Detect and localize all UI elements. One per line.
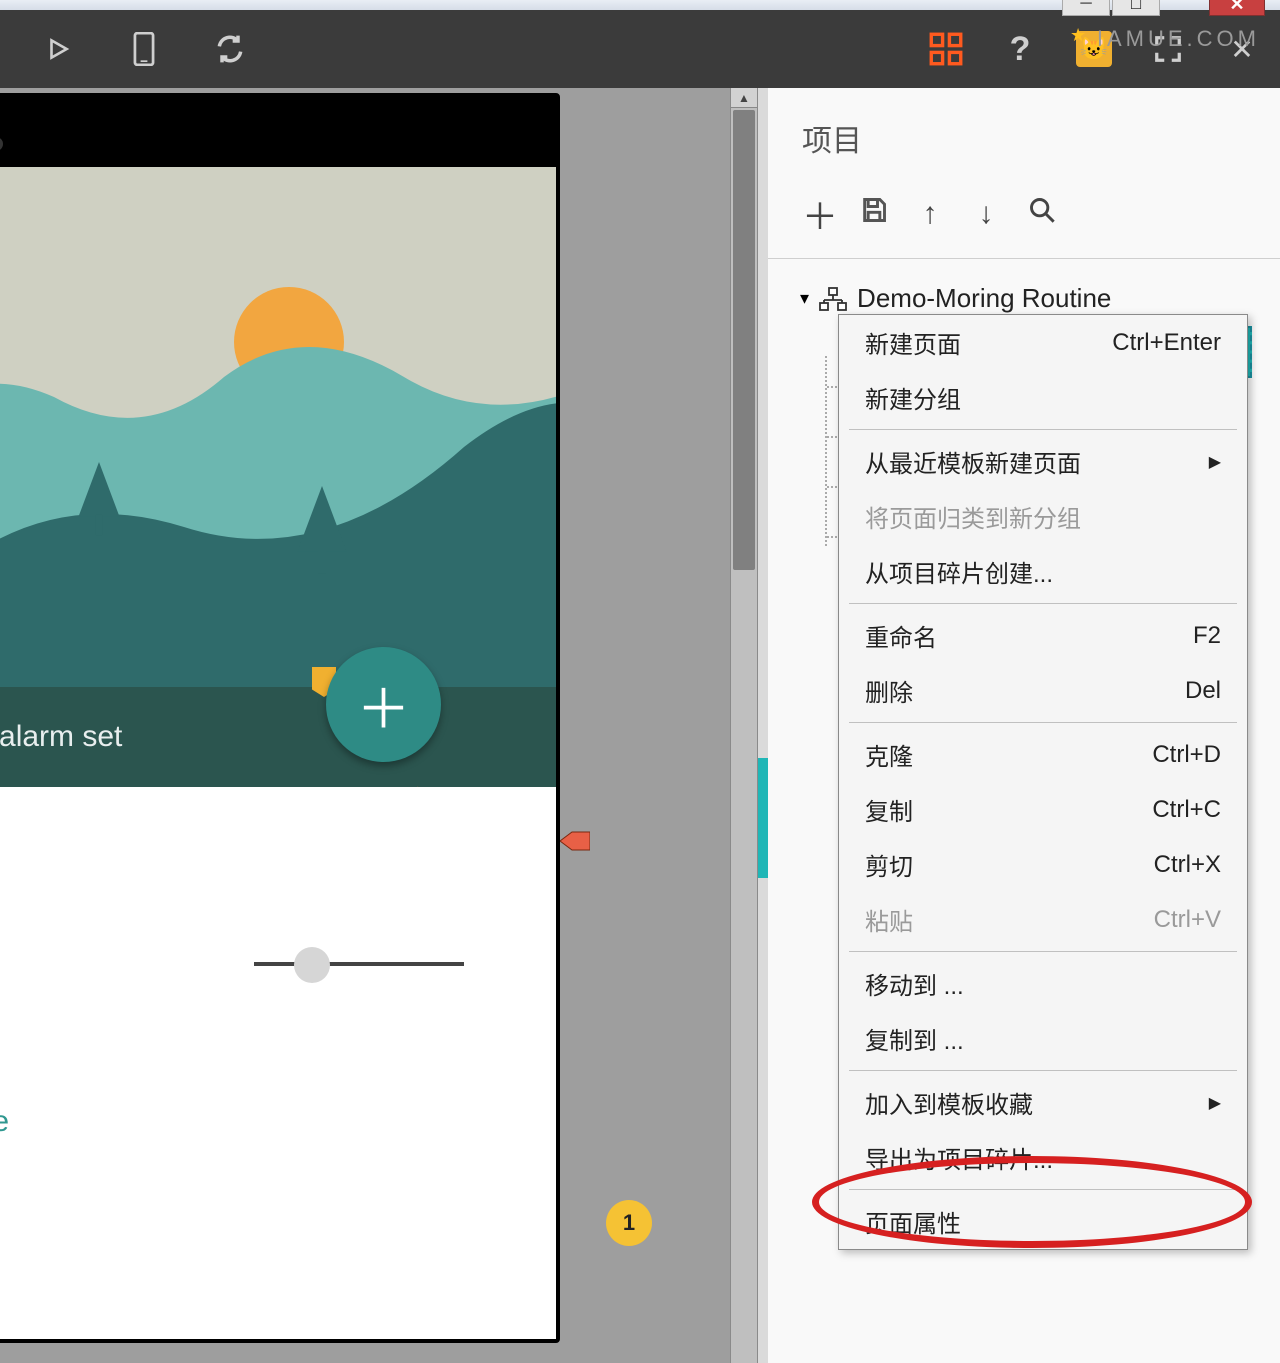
ctx-separator [849,603,1237,604]
ctx-label: 移动到 ... [865,966,964,1001]
ctx-label: 剪切 [865,847,913,882]
ctx-export-fragment[interactable]: 导出为项目碎片... [839,1130,1247,1185]
ctx-label: 复制到 ... [865,1021,964,1056]
divider [768,258,1280,259]
canvas[interactable]: o alarm set ＋ ▶ once 1 [0,88,730,1363]
ctx-label: 新建页面 [865,325,961,360]
window-close-button[interactable]: ✕ [1209,0,1265,16]
slice-marker-icon[interactable] [560,830,590,852]
ctx-shortcut: Ctrl+C [1152,796,1221,824]
ctx-shortcut: Del [1185,677,1221,705]
ctx-separator [849,951,1237,952]
ctx-page-properties[interactable]: 页面属性 [839,1194,1247,1249]
window-minimize-button[interactable]: ─ [1062,0,1110,16]
camera-dot [0,137,3,151]
search-icon[interactable] [1026,196,1058,232]
ctx-new-from-template[interactable]: 从最近模板新建页面 ▶ [839,434,1247,489]
add-page-icon[interactable]: ＋ [802,188,834,240]
ctx-label: 加入到模板收藏 [865,1085,1033,1120]
ctx-shortcut: Ctrl+X [1154,851,1221,879]
scrollbar-up-button[interactable]: ▲ [731,88,757,108]
alarm-bar: o alarm set ＋ ▶ [0,687,556,787]
ctx-classify-to-group: 将页面归类到新分组 [839,489,1247,544]
ctx-label: 新建分组 [865,380,961,415]
ctx-label: 将页面归类到新分组 [865,499,1081,534]
ctx-delete[interactable]: 删除 Del [839,663,1247,718]
ctx-shortcut: Ctrl+D [1152,741,1221,769]
ctx-label: 从最近模板新建页面 [865,444,1081,479]
help-icon[interactable]: ? [1002,31,1038,67]
ctx-new-group[interactable]: 新建分组 [839,370,1247,425]
repeat-label: once [0,1105,9,1139]
ctx-separator [849,1189,1237,1190]
ctx-add-to-templates[interactable]: 加入到模板收藏 ▶ [839,1075,1247,1130]
move-up-icon[interactable]: ↑ [914,197,946,231]
ctx-cut[interactable]: 剪切 Ctrl+X [839,837,1247,892]
grid-icon[interactable] [928,31,964,67]
canvas-vertical-scrollbar[interactable]: ▲ [730,88,758,1363]
window-maximize-button[interactable]: ☐ [1112,0,1160,16]
active-tab-indicator[interactable] [758,758,768,878]
star-icon: ★ [1070,25,1086,46]
main-toolbar: ? ★😺 ✕ [0,10,1280,88]
ctx-separator [849,429,1237,430]
ctx-clone[interactable]: 克隆 Ctrl+D [839,727,1247,782]
panel-tabstrip [758,88,768,1363]
device-icon[interactable] [126,31,162,67]
ctx-separator [849,1070,1237,1071]
panel-toolbar: ＋ ↑ ↓ [796,188,1280,240]
ctx-shortcut: F2 [1193,622,1221,650]
scrollbar-thumb[interactable] [733,110,755,570]
ctx-new-page[interactable]: 新建页面 Ctrl+Enter [839,315,1247,370]
add-alarm-fab[interactable]: ＋ [326,647,441,762]
device-top-bezel [0,97,556,167]
ctx-label: 从项目碎片创建... [865,554,1053,589]
submenu-arrow-icon: ▶ [1209,1093,1221,1113]
sitemap-icon [819,287,847,311]
submenu-arrow-icon: ▶ [1209,452,1221,472]
ctx-label: 重命名 [865,618,937,653]
move-down-icon[interactable]: ↓ [970,197,1002,231]
ctx-shortcut: Ctrl+Enter [1112,329,1221,357]
ctx-copy[interactable]: 复制 Ctrl+C [839,782,1247,837]
project-name: Demo-Moring Routine [857,283,1111,314]
window-titlebar: ─ ☐ ✕ [0,0,1280,10]
ctx-label: 复制 [865,792,913,827]
hero-illustration [0,167,556,687]
tree-icon [294,486,350,587]
ctx-label: 克隆 [865,737,913,772]
slider-thumb[interactable] [294,947,330,983]
ctx-paste: 粘贴 Ctrl+V [839,892,1247,947]
ctx-rename[interactable]: 重命名 F2 [839,608,1247,663]
annotation-badge[interactable]: 1 [606,1200,652,1246]
ctx-copy-to[interactable]: 复制到 ... [839,1011,1247,1066]
device-body: once [0,787,556,1327]
caret-down-icon[interactable]: ▾ [800,288,809,309]
toolbar-left-group [40,31,248,67]
watermark: IAMUE.COM [1097,26,1260,52]
ctx-from-fragment[interactable]: 从项目碎片创建... [839,544,1247,599]
slider-track[interactable] [254,962,464,966]
tree-guide-lines [825,356,827,546]
ctx-label: 页面属性 [865,1204,961,1239]
play-icon[interactable] [40,31,76,67]
ctx-move-to[interactable]: 移动到 ... [839,956,1247,1011]
alarm-text: o alarm set [0,720,122,754]
device-frame: o alarm set ＋ ▶ once [0,93,560,1343]
ctx-label: 粘贴 [865,902,913,937]
tree-icon [74,462,124,547]
sync-icon[interactable] [212,31,248,67]
context-menu: 新建页面 Ctrl+Enter 新建分组 从最近模板新建页面 ▶ 将页面归类到新… [838,314,1248,1250]
save-icon[interactable] [858,196,890,232]
panel-title: 项目 [796,116,1280,160]
ctx-label: 删除 [865,673,913,708]
ctx-separator [849,722,1237,723]
ctx-label: 导出为项目碎片... [865,1140,1053,1175]
ctx-shortcut: Ctrl+V [1154,906,1221,934]
